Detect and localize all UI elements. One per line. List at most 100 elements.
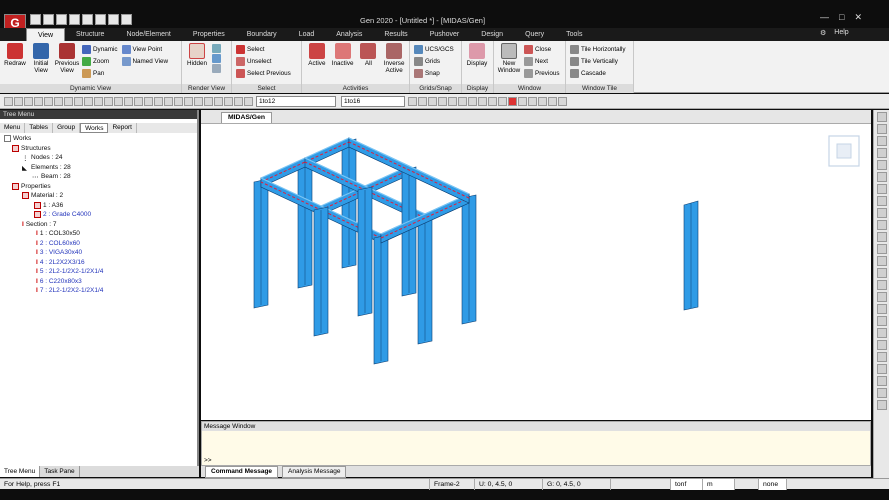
iso-view-icon[interactable]: [876, 304, 887, 314]
section-icon[interactable]: [876, 172, 887, 182]
node-select-combo[interactable]: 1to12: [256, 95, 336, 107]
gear-icon[interactable]: ⚙: [820, 29, 826, 37]
record-icon[interactable]: [508, 96, 517, 106]
command-prompt[interactable]: >>: [204, 457, 212, 464]
render-icon[interactable]: [876, 316, 887, 326]
force-unit-select[interactable]: tonf: [671, 478, 703, 490]
tree-item-structures[interactable]: Structures: [12, 144, 51, 154]
tab-analysis-message[interactable]: Analysis Message: [282, 465, 347, 478]
window-select-icon[interactable]: [44, 96, 53, 106]
hide-icon[interactable]: [548, 96, 557, 106]
shrink-view-icon[interactable]: [876, 196, 887, 206]
tab-group[interactable]: Group: [53, 123, 81, 133]
front-view-icon[interactable]: [876, 280, 887, 290]
ucs-gcs-button[interactable]: UCS/GCS: [414, 44, 454, 55]
tree-item-section-7[interactable]: I7 : 2L2-1/2X2-1/2X1/4: [36, 286, 103, 296]
tab-menu[interactable]: Menu: [0, 123, 26, 133]
rotate-icon[interactable]: [876, 268, 887, 278]
side-view-icon[interactable]: [214, 96, 223, 106]
zoom-out-icon[interactable]: [876, 232, 887, 242]
tab-task-pane[interactable]: Task Pane: [40, 466, 80, 477]
boundary-icon[interactable]: [876, 148, 887, 158]
named-view-button[interactable]: Named View: [121, 56, 168, 67]
tab-tables[interactable]: Tables: [25, 123, 54, 133]
save-as-icon[interactable]: [69, 14, 80, 25]
undo-icon[interactable]: [876, 376, 887, 386]
front-view-icon[interactable]: [204, 96, 213, 106]
tab-properties[interactable]: Properties: [182, 28, 236, 41]
tree-item-section-4[interactable]: I4 : 2L2X2X3/16: [36, 258, 85, 268]
tab-tools[interactable]: Tools: [555, 28, 593, 41]
tree-item-beam[interactable]: ⋯ Beam : 28: [32, 172, 71, 182]
render-icon[interactable]: [212, 44, 221, 53]
load-icon[interactable]: [876, 160, 887, 170]
rotate-icon[interactable]: [174, 96, 183, 106]
tab-view[interactable]: View: [26, 28, 66, 41]
tile-horizontally-button[interactable]: Tile Horizontally: [570, 44, 626, 55]
tree-item-section-5[interactable]: I5 : 2L2-1/2X2-1/2X1/4: [36, 267, 103, 277]
color-icon[interactable]: [876, 208, 887, 218]
select-element-icon[interactable]: [34, 96, 43, 106]
model-canvas[interactable]: [201, 110, 871, 420]
redo-icon[interactable]: [14, 96, 23, 106]
settings-icon[interactable]: [876, 400, 887, 410]
mesh-icon[interactable]: [428, 96, 437, 106]
grid-view-icon[interactable]: [518, 96, 527, 106]
cascade-button[interactable]: Cascade: [570, 68, 626, 79]
tab-load[interactable]: Load: [288, 28, 326, 41]
tree-item-section[interactable]: I Section : 7: [22, 220, 57, 230]
view-point-button[interactable]: View Point: [121, 44, 169, 55]
label-icon[interactable]: [458, 96, 467, 106]
polygon-select-icon[interactable]: [54, 96, 63, 106]
tab-results[interactable]: Results: [373, 28, 418, 41]
select-button[interactable]: Select: [236, 44, 291, 55]
perspective-icon[interactable]: [876, 340, 887, 350]
tree-item-material-1[interactable]: 1 : A36: [34, 201, 63, 211]
tree-item-works[interactable]: Works: [4, 134, 31, 144]
display-toggle-icon[interactable]: [528, 96, 537, 106]
previous-window-button[interactable]: Previous: [524, 68, 560, 79]
label-icon[interactable]: [876, 352, 887, 362]
print-icon[interactable]: [82, 14, 93, 25]
snap-button[interactable]: Snap: [414, 68, 454, 79]
pan-icon[interactable]: [876, 256, 887, 266]
tab-pushover[interactable]: Pushover: [419, 28, 471, 41]
tree-item-section-3[interactable]: I3 : VIGA30x40: [36, 248, 82, 258]
zoom-out-icon[interactable]: [154, 96, 163, 106]
close-window-button[interactable]: Close: [524, 44, 560, 55]
open-file-icon[interactable]: [43, 14, 54, 25]
top-view-icon[interactable]: [876, 292, 887, 302]
tab-works[interactable]: Works: [80, 123, 109, 133]
select-all-icon[interactable]: [94, 96, 103, 106]
element-number-icon[interactable]: [876, 136, 887, 146]
status-none-select[interactable]: none: [759, 478, 787, 490]
undo-icon[interactable]: [4, 96, 13, 106]
delete-icon[interactable]: [876, 364, 887, 374]
zoom-in-icon[interactable]: [144, 96, 153, 106]
close-doc-icon[interactable]: [121, 14, 132, 25]
perspective-icon[interactable]: [234, 96, 243, 106]
select-node-icon[interactable]: [24, 96, 33, 106]
view-cube[interactable]: [828, 135, 860, 167]
pan-tool-icon[interactable]: [164, 96, 173, 106]
hidden-toggle-icon[interactable]: [538, 96, 547, 106]
save-icon[interactable]: [56, 14, 67, 25]
fit-icon[interactable]: [876, 244, 887, 254]
select-by-id-icon[interactable]: [114, 96, 123, 106]
tree-item-nodes[interactable]: ⋮ Nodes : 24: [22, 153, 62, 163]
minimize-icon[interactable]: —: [820, 12, 829, 23]
tab-tree-menu[interactable]: Tree Menu: [0, 466, 41, 477]
length-unit-select[interactable]: m: [703, 478, 735, 490]
unselect-button[interactable]: Unselect: [236, 56, 291, 67]
unselect-all-icon[interactable]: [104, 96, 113, 106]
intersect-select-icon[interactable]: [64, 96, 73, 106]
lock-icon[interactable]: [558, 96, 567, 106]
undo-icon[interactable]: [108, 14, 119, 25]
render-toggle-icon[interactable]: [498, 96, 507, 106]
zoom-button[interactable]: Zoom: [82, 56, 118, 67]
tile-vertically-button[interactable]: Tile Vertically: [570, 56, 626, 67]
grid-icon[interactable]: [876, 112, 887, 122]
tree-item-material-2[interactable]: 2 : Grade C4000: [34, 210, 91, 220]
close-icon[interactable]: ✕: [854, 12, 862, 23]
tab-report[interactable]: Report: [108, 123, 137, 133]
